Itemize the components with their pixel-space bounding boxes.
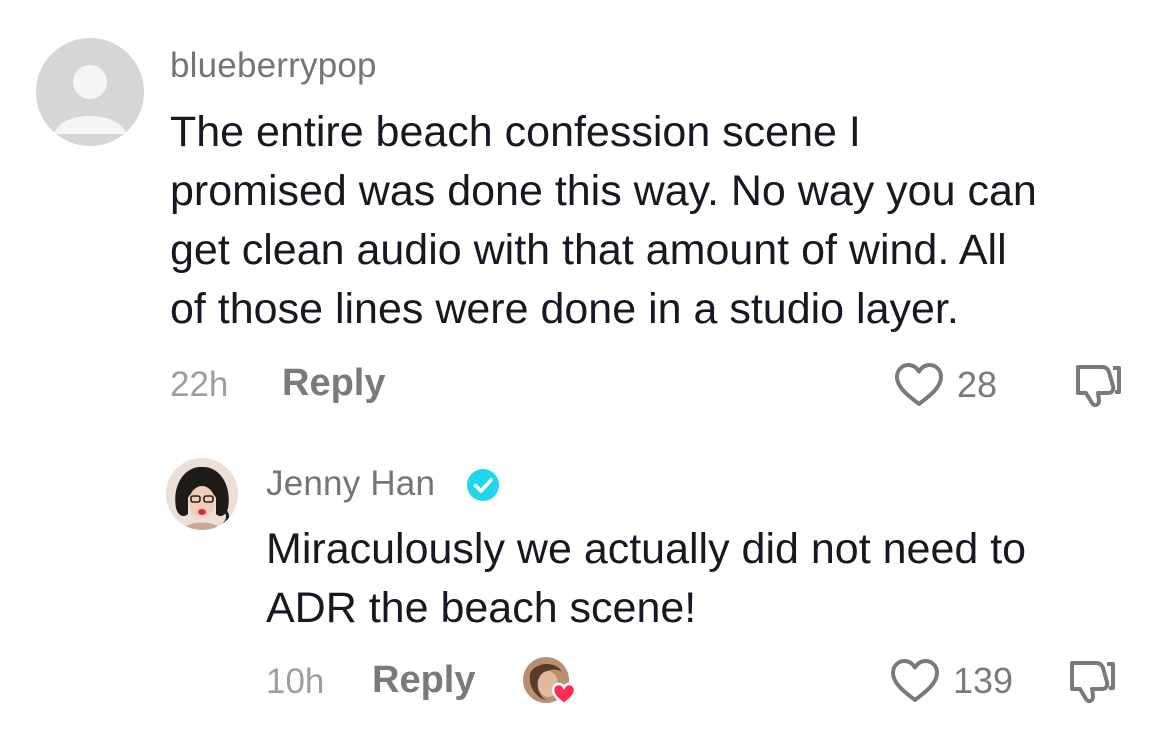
- reply-avatar[interactable]: [166, 458, 238, 530]
- thumbs-down-icon: [1076, 365, 1121, 408]
- creator-heart-badge-icon: [520, 654, 582, 710]
- reply-like-count: 139: [953, 660, 1014, 701]
- reply-timestamp: 10h: [266, 662, 325, 701]
- verified-check-icon: [466, 468, 500, 502]
- like-button[interactable]: 28: [893, 362, 997, 408]
- comment-username[interactable]: blueberrypop: [170, 46, 377, 86]
- comment-thread: blueberrypop The entire beach confession…: [0, 0, 1170, 750]
- dislike-button[interactable]: [1072, 360, 1124, 415]
- avatar[interactable]: [36, 38, 144, 146]
- reply-like-button[interactable]: 139: [889, 658, 1013, 704]
- profile-photo-avatar: [166, 458, 238, 530]
- like-count: 28: [957, 364, 998, 405]
- heart-outline-icon: [891, 659, 939, 702]
- thumbs-down-icon: [1070, 661, 1115, 704]
- reply-dislike-button[interactable]: [1066, 656, 1118, 711]
- reply-button[interactable]: Reply: [282, 362, 385, 405]
- reply-username[interactable]: Jenny Han: [266, 464, 435, 504]
- comment-timestamp: 22h: [170, 365, 229, 404]
- reply-reply-button[interactable]: Reply: [372, 659, 475, 702]
- reply-text: Miraculously we actually did not need to…: [266, 525, 1027, 632]
- heart-outline-icon: [895, 363, 943, 406]
- default-avatar-icon: [36, 38, 144, 146]
- comment-text: The entire beach confession scene I prom…: [170, 108, 1037, 333]
